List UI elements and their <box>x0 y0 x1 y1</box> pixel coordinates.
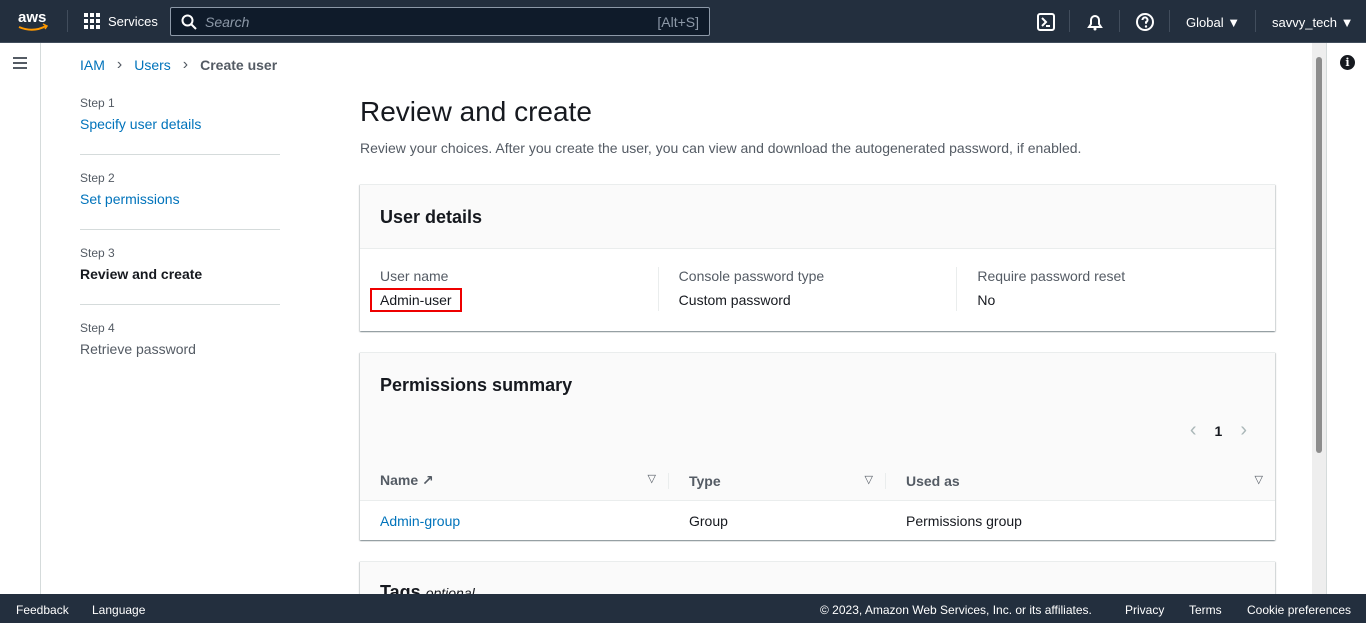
breadcrumb-iam[interactable]: IAM <box>80 57 105 73</box>
wizard-step-1: Step 1 Specify user details <box>80 96 280 155</box>
sort-icon[interactable]: ▽ <box>1255 473 1263 486</box>
cell-type: Group <box>689 513 728 529</box>
field-value: Custom password <box>678 292 791 308</box>
table-row: Admin-group Group Permissions group <box>360 501 1275 541</box>
aws-logo[interactable]: aws <box>16 8 50 34</box>
wizard-step-2: Step 2 Set permissions <box>80 171 280 230</box>
table-header: Name ↗ ▽ Type ▽ Used as ▽ <box>360 461 1275 501</box>
sort-icon[interactable]: ▽ <box>648 472 656 485</box>
breadcrumb-users[interactable]: Users <box>134 57 171 73</box>
bell-icon[interactable] <box>1085 12 1105 32</box>
account-menu[interactable]: savvy_tech ▼ <box>1272 15 1354 30</box>
cloudshell-icon[interactable] <box>1036 12 1056 32</box>
terms-link[interactable]: Terms <box>1189 603 1222 617</box>
card-title: User details <box>380 207 483 227</box>
wizard-step-4: Step 4 Retrieve password <box>80 321 280 380</box>
next-page-icon[interactable]: › <box>1240 419 1247 442</box>
column-label: Used as <box>906 472 960 489</box>
divider <box>67 10 68 32</box>
region-label: Global <box>1186 15 1224 30</box>
step-link[interactable]: Set permissions <box>80 191 180 207</box>
column-header-type[interactable]: Type ▽ <box>668 472 885 489</box>
step-number: Step 1 <box>80 96 115 110</box>
search-icon <box>181 14 197 30</box>
field-label: User name <box>380 268 449 284</box>
search-input[interactable]: Search [Alt+S] <box>170 7 710 36</box>
group-link[interactable]: Admin-group <box>360 513 669 529</box>
copyright: © 2023, Amazon Web Services, Inc. or its… <box>820 603 1092 617</box>
help-icon[interactable] <box>1135 12 1155 32</box>
side-navigation-rail <box>0 43 41 594</box>
breadcrumb: IAM › Users › Create user <box>80 56 277 74</box>
card-title: Permissions summary <box>380 375 573 395</box>
hamburger-menu-icon[interactable] <box>13 57 27 72</box>
permissions-summary-card: Permissions summary ‹ 1 › Name ↗ ▽ Type ▽ … <box>360 352 1275 540</box>
search-shortcut: [Alt+S] <box>657 13 699 30</box>
wizard-steps: Step 1 Specify user details Step 2 Set per… <box>80 94 280 396</box>
pagination: ‹ 1 › <box>1190 419 1247 442</box>
page-description: Review your choices. After you create th… <box>360 140 1082 156</box>
field-label: Require password reset <box>977 268 1126 284</box>
column-header-name[interactable]: Name ↗ ▽ <box>360 472 668 489</box>
chevron-right-icon: › <box>182 56 189 73</box>
info-icon[interactable]: i <box>1340 55 1355 70</box>
breadcrumb-current: Create user <box>200 57 278 73</box>
user-name-value: Admin-user <box>370 288 462 312</box>
scrollbar[interactable] <box>1312 43 1326 594</box>
field-user-name: User name Admin-user <box>370 267 658 312</box>
page-title: Review and create <box>360 96 592 127</box>
previous-page-icon[interactable]: ‹ <box>1190 419 1197 442</box>
sort-icon[interactable]: ▽ <box>865 473 873 486</box>
external-link-icon: ↗ <box>422 472 434 488</box>
cookie-preferences-link[interactable]: Cookie preferences <box>1247 603 1351 617</box>
caret-down-icon: ▼ <box>1227 15 1241 30</box>
field-password-reset: Require password reset No <box>956 267 1255 311</box>
grid-icon <box>84 13 100 29</box>
footer: Feedback Language © 2023, Amazon Web Ser… <box>0 594 1366 623</box>
step-label: Retrieve password <box>80 341 196 357</box>
svg-text:aws: aws <box>18 9 46 26</box>
language-link[interactable]: Language <box>92 603 145 617</box>
caret-down-icon: ▼ <box>1340 15 1354 30</box>
chevron-right-icon: › <box>116 56 123 73</box>
field-password-type: Console password type Custom password <box>657 267 957 311</box>
column-label: Name <box>380 472 419 488</box>
user-details-card: User details User name Admin-user Console… <box>360 184 1275 331</box>
step-link[interactable]: Specify user details <box>80 116 201 132</box>
help-panel-rail: i <box>1326 43 1366 594</box>
step-number: Step 4 <box>80 321 115 335</box>
region-selector[interactable]: Global ▼ <box>1186 15 1240 30</box>
step-number: Step 3 <box>80 246 115 260</box>
account-label: savvy_tech <box>1272 15 1338 30</box>
column-label: Type <box>689 472 721 489</box>
feedback-link[interactable]: Feedback <box>16 603 69 617</box>
services-label: Services <box>108 13 158 29</box>
step-label: Review and create <box>80 266 203 282</box>
field-label: Console password type <box>678 268 825 284</box>
wizard-step-3: Step 3 Review and create <box>80 246 280 305</box>
step-number: Step 2 <box>80 171 115 185</box>
top-navigation: aws Services Search [Alt+S] Global ▼ sav… <box>0 0 1366 43</box>
privacy-link[interactable]: Privacy <box>1125 603 1164 617</box>
services-menu[interactable]: Services <box>84 13 158 29</box>
field-value: No <box>977 292 996 308</box>
scrollbar-thumb[interactable] <box>1316 57 1322 453</box>
cell-used-as: Permissions group <box>906 513 1022 529</box>
column-header-used-as[interactable]: Used as ▽ <box>885 472 1275 489</box>
search-placeholder: Search <box>205 13 250 30</box>
current-page[interactable]: 1 <box>1215 423 1223 439</box>
